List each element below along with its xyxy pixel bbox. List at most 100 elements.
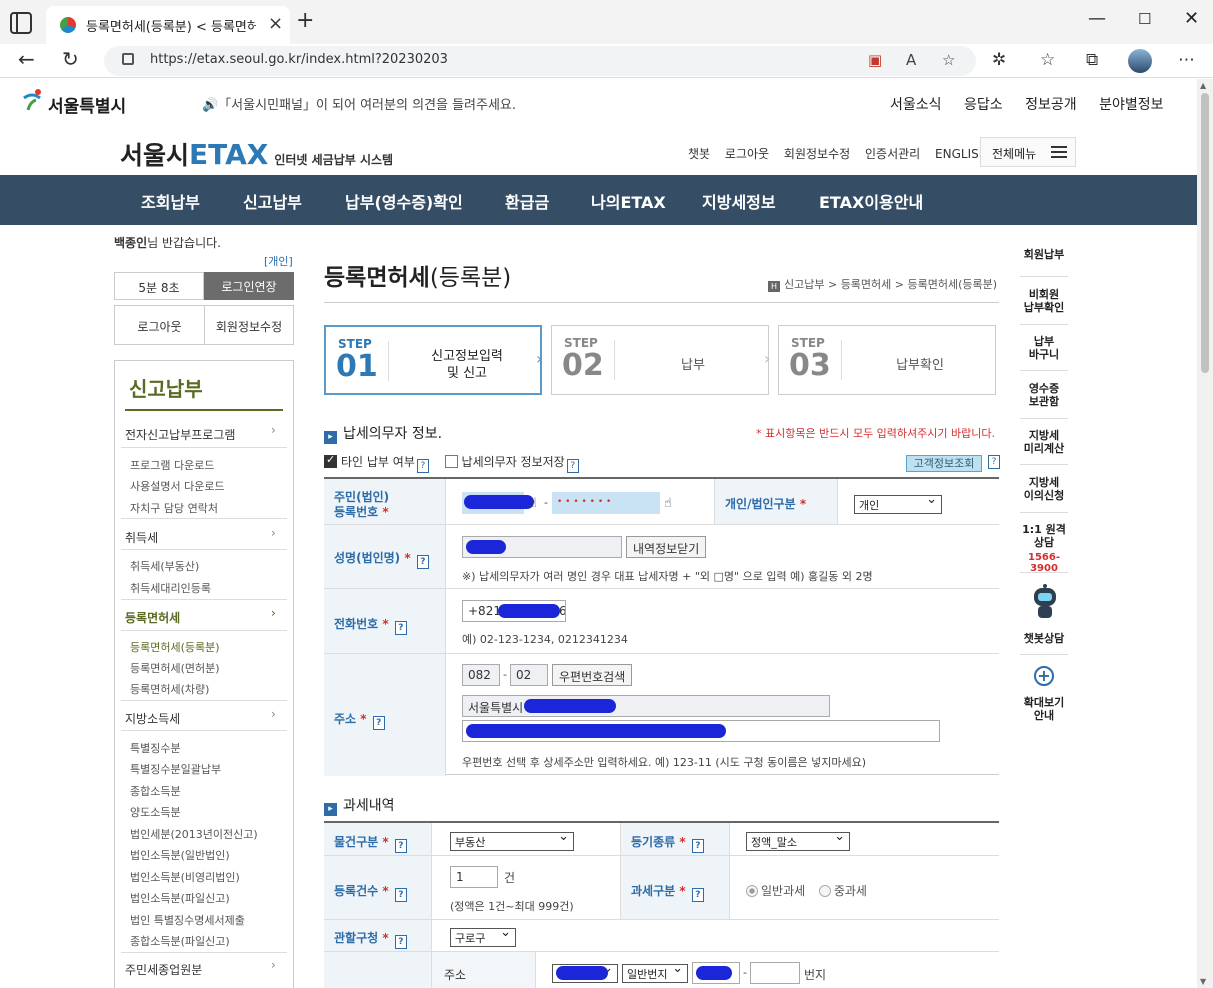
side-sub-item[interactable]: 사용설명서 다운로드: [130, 478, 225, 494]
extensions-icon[interactable]: ✲: [992, 50, 1006, 70]
help-icon[interactable]: ?: [566, 459, 579, 473]
tax-general-radio[interactable]: [746, 885, 758, 897]
minimize-icon[interactable]: —: [1088, 8, 1106, 29]
gnb-news[interactable]: 서울소식: [890, 97, 942, 113]
side-sub-item[interactable]: 종합소득분(파일신고): [130, 933, 230, 949]
side-sub-item[interactable]: 법인소득분(비영리법인): [130, 869, 240, 885]
side-sub-item[interactable]: 법인소득분(일반법인): [130, 847, 230, 863]
help-icon[interactable]: ?: [394, 839, 407, 853]
extend-login-button[interactable]: 로그인연장: [204, 272, 294, 300]
url-box[interactable]: https://etax.seoul.go.kr/index.html?2023…: [104, 46, 976, 76]
quick-nonmember-check[interactable]: 비회원 납부확인: [1016, 288, 1072, 314]
quick-chatbot[interactable]: 챗봇상담: [1016, 632, 1072, 645]
customer-lookup-button[interactable]: 고객정보조회: [906, 455, 982, 472]
mainnav-my-etax[interactable]: 나의ETAX: [591, 189, 666, 213]
quick-remote[interactable]: 1:1 원격 상담: [1016, 523, 1072, 549]
save-info-checkbox[interactable]: [444, 455, 458, 468]
back-icon[interactable]: ←: [18, 47, 35, 71]
help-icon[interactable]: ?: [372, 716, 385, 730]
browser-tab[interactable]: 등록면허세(등록분) < 등록면허세 ×: [46, 6, 290, 44]
util-chatbot[interactable]: 챗봇: [688, 147, 710, 161]
mainnav-guide[interactable]: ETAX이용안내: [819, 189, 923, 213]
logout-button[interactable]: 로그아웃: [115, 306, 205, 344]
side-cat-local-income[interactable]: 지방소득세: [125, 710, 180, 727]
other-payer-checkbox[interactable]: [324, 453, 337, 468]
help-icon[interactable]: ?: [416, 555, 429, 569]
help-icon[interactable]: ?: [988, 455, 1000, 469]
address-base-input[interactable]: 서울특별시: [462, 695, 830, 717]
quick-precalc[interactable]: 지방세 미리계산: [1016, 429, 1072, 455]
zip-first-input[interactable]: 082: [462, 664, 500, 686]
mainnav-declare[interactable]: 신고납부: [243, 189, 302, 213]
side-cat-registration[interactable]: 등록면허세: [125, 609, 180, 626]
help-icon[interactable]: ?: [394, 621, 407, 635]
quick-objection[interactable]: 지방세 이의신청: [1016, 476, 1072, 502]
zip-search-button[interactable]: 우편번호검색: [552, 664, 633, 686]
count-input[interactable]: 1: [450, 866, 498, 888]
home-icon[interactable]: H: [768, 281, 780, 292]
side-sub-item[interactable]: 특별징수분일괄납부: [130, 761, 221, 777]
quick-receipt-box[interactable]: 영수증 보관함: [1016, 382, 1072, 408]
tax-heavy-radio[interactable]: [818, 885, 831, 897]
window-close-icon[interactable]: ✕: [1184, 8, 1199, 29]
scroll-down-icon[interactable]: ▼: [1200, 977, 1206, 986]
quick-basket[interactable]: 납부 바구니: [1016, 335, 1072, 361]
side-sub-item[interactable]: 프로그램 다운로드: [130, 457, 214, 473]
side-sub-item[interactable]: 양도소득분: [130, 804, 181, 820]
mainnav-receipt[interactable]: 납부(영수증)확인: [345, 189, 463, 213]
side-sub-item[interactable]: 특별징수분: [130, 740, 181, 756]
help-icon[interactable]: ?: [416, 459, 429, 473]
gnb-disclosure[interactable]: 정보공개: [1025, 97, 1077, 113]
lot-type-select[interactable]: 일반번지: [622, 961, 688, 983]
add-favorite-icon[interactable]: ☆: [942, 51, 955, 69]
side-sub-item[interactable]: 자치구 담당 연락처: [130, 500, 218, 516]
object-select[interactable]: 부동산: [450, 829, 574, 851]
profile-avatar[interactable]: [1128, 49, 1152, 73]
zoom-plus-icon[interactable]: +: [1034, 666, 1054, 686]
all-menu-button[interactable]: 전체메뉴: [980, 137, 1076, 167]
gnb-response[interactable]: 응답소: [964, 97, 1003, 113]
help-icon[interactable]: ?: [691, 839, 704, 853]
side-cat-acquisition[interactable]: 취득세: [125, 529, 158, 546]
util-cert[interactable]: 인증서관리: [865, 147, 920, 161]
side-cat-efile[interactable]: 전자신고납부프로그램: [125, 426, 235, 443]
tab-actions-icon[interactable]: [10, 12, 32, 34]
mainnav-inquiry[interactable]: 조회납부: [141, 189, 200, 213]
side-sub-item[interactable]: 취득세(부동산): [130, 558, 199, 574]
side-cat-resident[interactable]: 주민세종업원분: [125, 961, 202, 978]
favorites-icon[interactable]: ☆: [1040, 50, 1055, 70]
rrn-second-input[interactable]: • • • • • • •: [552, 492, 660, 514]
blocked-popup-icon[interactable]: ▣: [868, 51, 882, 69]
scroll-thumb[interactable]: [1201, 93, 1209, 373]
side-sub-item[interactable]: 법인 특별징수명세서제출: [130, 912, 245, 928]
help-icon[interactable]: ?: [691, 888, 704, 902]
scroll-up-icon[interactable]: ▲: [1200, 81, 1206, 90]
util-logout[interactable]: 로그아웃: [725, 147, 769, 161]
member-edit-button[interactable]: 회원정보수정: [205, 306, 293, 344]
collections-icon[interactable]: ⧉: [1086, 50, 1098, 70]
maximize-icon[interactable]: ☐: [1138, 10, 1151, 28]
mainnav-refund[interactable]: 환급금: [505, 189, 549, 213]
reg-kind-select[interactable]: 정액_말소: [746, 829, 850, 851]
gnb-field-info[interactable]: 분야별정보: [1099, 97, 1163, 113]
refresh-icon[interactable]: ↻: [62, 47, 79, 71]
lot-sub-input[interactable]: [750, 962, 800, 984]
chatbot-robot-icon[interactable]: [1030, 584, 1060, 620]
close-tab-icon[interactable]: ×: [268, 13, 283, 34]
side-sub-item[interactable]: 법인세분(2013년이전신고): [130, 826, 258, 842]
page-scrollbar[interactable]: ▲ ▼: [1197, 79, 1213, 988]
side-sub-item-active[interactable]: 등록면허세(등록분): [130, 639, 220, 655]
side-sub-item[interactable]: 취득세대리인등록: [130, 580, 211, 596]
more-options-icon[interactable]: ⋯: [1178, 50, 1195, 70]
office-select[interactable]: 구로구: [450, 925, 516, 947]
zip-second-input[interactable]: 02: [510, 664, 548, 686]
etax-logo[interactable]: 서울시ETAX 인터넷 세금납부 시스템: [120, 136, 393, 172]
quick-member-pay[interactable]: 회원납부: [1016, 248, 1072, 261]
util-member-edit[interactable]: 회원정보수정: [784, 147, 850, 161]
new-tab-icon[interactable]: +: [296, 8, 314, 33]
mainnav-local-tax[interactable]: 지방세정보: [702, 189, 776, 213]
side-sub-item[interactable]: 법인소득분(파일신고): [130, 890, 230, 906]
side-sub-item[interactable]: 등록면허세(차량): [130, 681, 209, 697]
type-select[interactable]: 개인: [854, 492, 942, 514]
close-history-button[interactable]: 내역정보닫기: [626, 536, 707, 558]
